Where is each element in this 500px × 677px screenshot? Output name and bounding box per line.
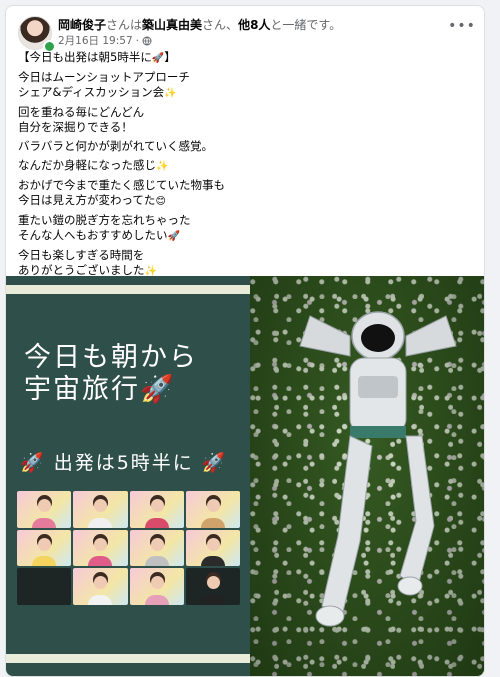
participant-face: [206, 537, 220, 551]
top-stripe: [6, 285, 250, 294]
tagged-suffix: さん、: [202, 18, 239, 32]
participant-face: [206, 499, 220, 513]
participant-body: [144, 517, 169, 528]
post-meta: 2月16日 19:57 ·: [58, 33, 152, 48]
participant-face: [206, 576, 220, 590]
participant-tile: [185, 491, 240, 528]
participant-body: [200, 517, 225, 528]
rocket-emoji: 🚀: [167, 231, 180, 242]
post-attribution: 岡崎俊子さんは築山真由美さん、他8人と一緒です。: [58, 16, 341, 33]
participant-tile: [73, 568, 128, 605]
sparkles-emoji: ✨: [164, 88, 177, 99]
image-subtitle: 🚀 出発は5時半に 🚀: [20, 452, 228, 474]
participant-tile: [129, 491, 184, 528]
participant-face: [94, 576, 108, 590]
participant-face: [38, 537, 52, 551]
participant-face: [150, 537, 164, 551]
author-name[interactable]: 岡崎俊子: [58, 18, 106, 32]
title-panel: 今日も朝から 宇宙旅行🚀 🚀 出発は5時半に 🚀: [6, 276, 250, 676]
participant-body: [32, 556, 57, 567]
participant-face: [38, 499, 52, 513]
participant-body: [200, 556, 225, 567]
participant-body: [32, 517, 57, 528]
post-paragraph: 今日はムーンショットアプローチ シェア&ディスカッション会✨: [18, 70, 190, 99]
participant-body: [200, 595, 225, 605]
participant-body: [88, 517, 113, 528]
post-image[interactable]: 今日も朝から 宇宙旅行🚀 🚀 出発は5時半に 🚀: [6, 276, 484, 676]
participant-face: [150, 576, 164, 590]
meta-separator: ·: [135, 34, 139, 47]
participant-tile: [73, 529, 128, 567]
post-paragraph: 【今日も出発は朝5時半に🚀】: [18, 50, 176, 64]
others-link[interactable]: 他8人: [238, 18, 270, 32]
image-title: 今日も朝から 宇宙旅行🚀: [24, 342, 198, 405]
participant-tile: [17, 529, 72, 567]
rocket-emoji: 🚀: [151, 53, 165, 64]
rocket-icon: 🚀: [20, 452, 46, 474]
participant-tile: [17, 568, 72, 605]
post-text: 【今日も出発は朝5時半に🚀】 今日はムーンショットアプローチ シェア&ディスカッ…: [18, 50, 472, 283]
participant-body: [144, 556, 169, 567]
post-paragraph: 今日も楽しすぎる時間を ありがとうございました✨: [18, 248, 157, 277]
participant-face: [150, 499, 164, 513]
rocket-icon: 🚀: [140, 374, 176, 405]
post-paragraph: 重たい鎧の脱ぎ方を忘れちゃった そんな人へもおすすめしたい🚀: [18, 213, 191, 242]
participant-body: [144, 595, 169, 605]
participant-tile: [129, 529, 184, 567]
smile-emoji: 😊: [155, 196, 166, 207]
post-paragraph: なんだか身軽になった感じ✨: [18, 158, 169, 172]
participant-body: [88, 556, 113, 567]
post-card: 岡崎俊子さんは築山真由美さん、他8人と一緒です。 2月16日 19:57 · •…: [5, 5, 485, 677]
astronaut-photo: [250, 276, 484, 676]
astronaut-figure: [299, 311, 457, 627]
participant-tile: [17, 491, 72, 528]
bottom-stripe: [6, 654, 250, 663]
participant-tile: [73, 491, 128, 528]
post-paragraph: 回を重ねる毎にどんどん 自分を深掘りできる！: [18, 105, 145, 134]
participant-body: [88, 595, 113, 605]
with-connector: さんは: [106, 18, 143, 32]
sparkles-emoji: ✨: [156, 161, 169, 172]
post-header: 岡崎俊子さんは築山真由美さん、他8人と一緒です。 2月16日 19:57 · •…: [16, 14, 476, 53]
participant-face: [94, 499, 108, 513]
with-tail: と一緒です。: [270, 18, 342, 32]
globe-icon: [142, 36, 152, 45]
more-options-button[interactable]: •••: [448, 16, 476, 36]
participant-tile: [185, 568, 240, 605]
participant-grid: [17, 491, 240, 605]
rocket-icon: 🚀: [201, 452, 228, 474]
participant-face: [94, 537, 108, 551]
more-horizontal-icon: •••: [448, 18, 476, 34]
post-paragraph: バラバラと何かが剥がれていく感覚。: [18, 139, 214, 153]
post-paragraph: おかげで今まで重たく感じていた物事も 今日は見え方が変わってた😊: [18, 178, 225, 207]
participant-tile: [129, 568, 184, 605]
tagged-name[interactable]: 築山真由美: [142, 18, 202, 32]
post-timestamp[interactable]: 2月16日 19:57: [58, 33, 133, 48]
participant-tile: [185, 529, 240, 567]
